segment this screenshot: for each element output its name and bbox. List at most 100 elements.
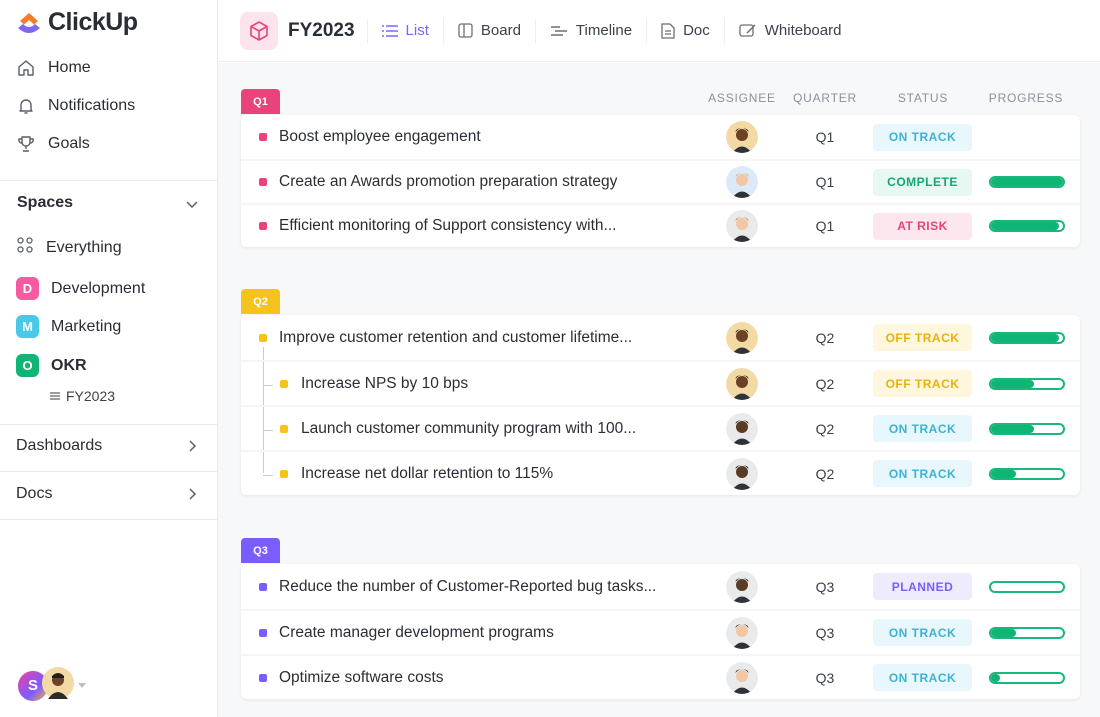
table-row[interactable]: Optimize software costs Q3 ON TRACK <box>241 654 1080 699</box>
nav-goals[interactable]: Goals <box>16 134 90 154</box>
sidebar-item-docs[interactable]: Docs <box>16 485 199 503</box>
column-header-assignee[interactable]: ASSIGNEE <box>708 91 776 105</box>
task-name[interactable]: Create an Awards promotion preparation s… <box>279 173 617 191</box>
status-badge[interactable]: ON TRACK <box>873 415 972 442</box>
clickup-logo[interactable]: ClickUp <box>16 8 138 37</box>
task-name[interactable]: Boost employee engagement <box>279 128 481 146</box>
task-status-dot[interactable] <box>259 333 267 342</box>
sidebar-item-everything[interactable]: Everything <box>16 236 122 259</box>
status-badge[interactable]: ON TRACK <box>873 123 972 151</box>
column-header-progress[interactable]: PROGRESS <box>988 91 1064 105</box>
task-name[interactable]: Increase NPS by 10 bps <box>301 375 468 393</box>
dashboards-label: Dashboards <box>16 437 103 454</box>
task-name[interactable]: Create manager development programs <box>279 624 554 642</box>
task-status-dot[interactable] <box>259 133 267 141</box>
group-tag[interactable]: Q3 <box>241 538 280 563</box>
avatar[interactable] <box>726 570 758 603</box>
table-row[interactable]: Improve customer retention and customer … <box>241 315 1080 360</box>
chevron-down-icon[interactable] <box>185 197 199 211</box>
task-quarter[interactable]: Q1 <box>813 218 837 234</box>
task-status-dot[interactable] <box>259 178 267 186</box>
page-title: FY2023 <box>288 19 355 41</box>
status-badge[interactable]: OFF TRACK <box>873 324 972 351</box>
fy2023-label: FY2023 <box>66 388 116 404</box>
task-name[interactable]: Reduce the number of Customer-Reported b… <box>279 578 656 596</box>
table-row[interactable]: Launch customer community program with 1… <box>241 405 1080 450</box>
tab-doc[interactable]: Doc <box>646 18 724 43</box>
tab-whiteboard[interactable]: Whiteboard <box>723 18 856 43</box>
task-name[interactable]: Efficient monitoring of Support consiste… <box>279 217 616 235</box>
chevron-right-icon <box>189 488 197 500</box>
table-row[interactable]: Increase net dollar retention to 115% Q2 O… <box>241 450 1080 495</box>
status-badge[interactable]: OFF TRACK <box>873 370 972 397</box>
column-header-quarter[interactable]: QUARTER <box>790 91 860 105</box>
avatar[interactable] <box>726 321 758 354</box>
table-row[interactable]: Reduce the number of Customer-Reported b… <box>241 564 1080 609</box>
task-status-dot[interactable] <box>259 673 267 682</box>
spaces-title[interactable]: Spaces <box>17 194 73 212</box>
task-quarter[interactable]: Q2 <box>813 421 837 437</box>
task-name[interactable]: Launch customer community program with 1… <box>301 420 636 438</box>
sidebar-item-okr[interactable]: O OKR <box>16 354 87 377</box>
group-tag[interactable]: Q2 <box>241 289 280 314</box>
tab-list[interactable]: List <box>366 18 443 43</box>
tab-board[interactable]: Board <box>442 18 535 43</box>
avatar[interactable] <box>726 616 758 649</box>
nav-notifications[interactable]: Notifications <box>16 96 135 116</box>
table-row[interactable]: Create an Awards promotion preparation s… <box>241 159 1080 203</box>
task-name[interactable]: Optimize software costs <box>279 669 444 687</box>
sidebar-item-fy2023[interactable]: FY2023 <box>50 388 115 404</box>
space-label: OKR <box>51 356 87 374</box>
avatar[interactable] <box>726 210 758 242</box>
task-quarter[interactable]: Q2 <box>813 330 837 346</box>
task-name[interactable]: Improve customer retention and customer … <box>279 329 632 347</box>
tab-label: Whiteboard <box>764 22 842 39</box>
task-status-dot[interactable] <box>259 582 267 591</box>
task-group: Reduce the number of Customer-Reported b… <box>241 564 1080 699</box>
nav-notifications-label: Notifications <box>48 97 136 114</box>
progress-bar-fill <box>991 424 1035 433</box>
task-quarter[interactable]: Q2 <box>813 466 837 482</box>
user-menu[interactable]: S <box>16 667 86 704</box>
sidebar-item-dashboards[interactable]: Dashboards <box>16 437 199 455</box>
status-badge[interactable]: ON TRACK <box>873 460 972 487</box>
status-badge[interactable]: ON TRACK <box>873 664 972 691</box>
task-quarter[interactable]: Q1 <box>813 129 837 145</box>
column-header-status[interactable]: STATUS <box>890 91 956 105</box>
avatar[interactable] <box>726 166 758 198</box>
task-name[interactable]: Increase net dollar retention to 115% <box>301 465 553 483</box>
task-quarter[interactable]: Q2 <box>813 376 837 392</box>
task-status-dot[interactable] <box>259 628 267 637</box>
task-status-dot[interactable] <box>280 469 288 478</box>
avatar[interactable] <box>726 412 758 445</box>
nav-home[interactable]: Home <box>16 58 91 78</box>
avatar[interactable] <box>726 457 758 490</box>
subtask-tree-branch <box>263 384 273 386</box>
tab-timeline[interactable]: Timeline <box>534 18 646 43</box>
task-quarter[interactable]: Q3 <box>813 670 837 686</box>
task-status-dot[interactable] <box>280 424 288 433</box>
task-quarter[interactable]: Q1 <box>813 174 837 190</box>
status-badge[interactable]: PLANNED <box>873 573 972 600</box>
status-badge[interactable]: AT RISK <box>873 212 972 240</box>
bell-icon <box>16 96 36 116</box>
task-status-dot[interactable] <box>259 222 267 230</box>
sidebar-item-marketing[interactable]: M Marketing <box>16 315 121 338</box>
task-quarter[interactable]: Q3 <box>813 579 837 595</box>
status-badge[interactable]: ON TRACK <box>873 619 972 646</box>
space-label: Marketing <box>51 317 122 335</box>
task-quarter[interactable]: Q3 <box>813 625 837 641</box>
table-row[interactable]: Boost employee engagement Q1 ON TRACK <box>241 115 1080 159</box>
avatar[interactable] <box>726 661 758 694</box>
avatar[interactable] <box>726 367 758 400</box>
table-row[interactable]: Create manager development programs Q3 ON … <box>241 609 1080 654</box>
group-tag[interactable]: Q1 <box>241 89 280 114</box>
header: FY2023 List Board Timeline Doc Whiteboar… <box>218 0 1100 62</box>
task-status-dot[interactable] <box>280 379 288 388</box>
table-row[interactable]: Efficient monitoring of Support consiste… <box>241 203 1080 247</box>
sidebar-divider <box>0 471 217 472</box>
status-badge[interactable]: COMPLETE <box>873 168 972 196</box>
table-row[interactable]: Increase NPS by 10 bps Q2 OFF TRACK <box>241 360 1080 405</box>
avatar[interactable] <box>726 121 758 153</box>
sidebar-item-development[interactable]: D Development <box>16 277 145 300</box>
